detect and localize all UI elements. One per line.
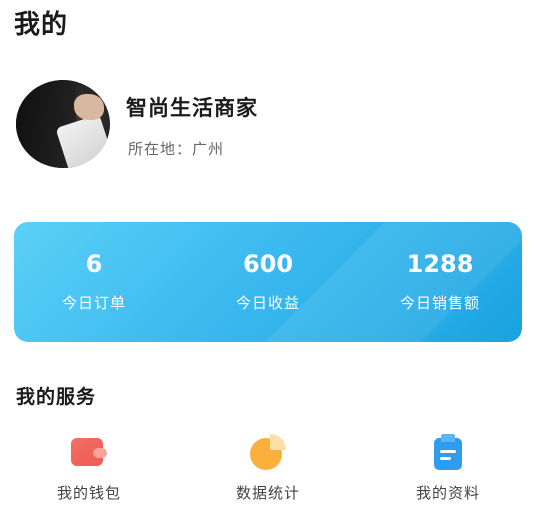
merchant-name: 智尚生活商家 xyxy=(126,96,258,120)
page-title: 我的 xyxy=(14,10,69,40)
service-label: 数据统计 xyxy=(235,484,300,502)
section-title-services: 我的服务 xyxy=(16,386,97,408)
stat-today-orders[interactable]: 6 今日订单 xyxy=(14,248,174,313)
service-profile[interactable]: 我的资料 xyxy=(373,432,523,503)
stat-label: 今日订单 xyxy=(61,294,126,312)
stat-today-sales[interactable]: 1288 今日销售额 xyxy=(360,248,520,313)
stat-label: 今日收益 xyxy=(235,294,300,312)
pie-chart-icon xyxy=(248,432,288,472)
my-page: 我的 智尚生活商家 所在地：广州 6 今日订单 600 今日收益 1288 今日… xyxy=(0,0,542,518)
stat-value: 600 xyxy=(242,250,294,278)
wallet-icon xyxy=(69,432,109,472)
service-wallet[interactable]: 我的钱包 xyxy=(14,432,164,503)
avatar[interactable] xyxy=(16,80,110,168)
service-label: 我的资料 xyxy=(415,484,480,502)
clipboard-icon xyxy=(428,432,468,472)
service-statistics[interactable]: 数据统计 xyxy=(193,432,343,503)
stat-value: 6 xyxy=(85,250,103,278)
stats-card: 6 今日订单 600 今日收益 1288 今日销售额 xyxy=(14,222,522,342)
service-label: 我的钱包 xyxy=(56,484,121,502)
stat-value: 1288 xyxy=(406,250,474,278)
stat-today-earnings[interactable]: 600 今日收益 xyxy=(188,248,348,313)
stat-label: 今日销售额 xyxy=(399,294,480,312)
merchant-location: 所在地：广州 xyxy=(128,140,225,158)
